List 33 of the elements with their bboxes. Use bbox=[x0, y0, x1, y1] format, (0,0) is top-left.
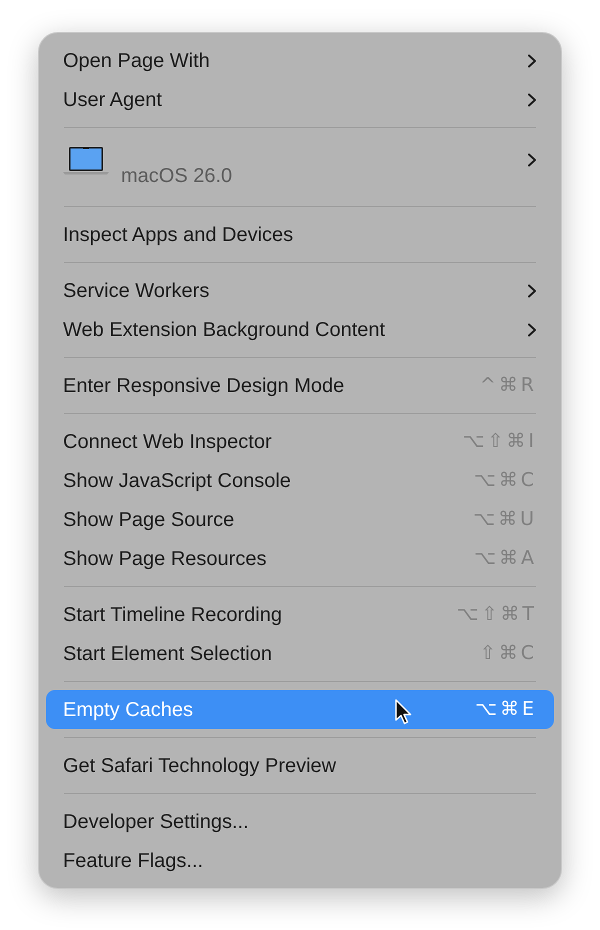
menu-item-label: Web Extension Background Content bbox=[63, 318, 386, 342]
menu-item[interactable]: Open Page With bbox=[46, 41, 554, 80]
menu-item-label: Start Element Selection bbox=[63, 642, 272, 666]
menu-item-label: User Agent bbox=[63, 88, 162, 112]
menu-item-label: Open Page With bbox=[63, 48, 210, 74]
menu-item-label: Show JavaScript Console bbox=[63, 468, 291, 494]
pointer-cursor-icon bbox=[394, 698, 414, 726]
chevron-icon bbox=[527, 153, 537, 167]
menu-item-label: Show Page Resources bbox=[63, 546, 266, 572]
menu-item-label: Show Page Source bbox=[63, 508, 234, 532]
chevron-icon bbox=[527, 322, 537, 336]
menu-item-label: Inspect Apps and Devices bbox=[63, 222, 294, 248]
menu-item[interactable]: Service Workers bbox=[46, 271, 554, 310]
menu-item-label: Connect Web Inspector bbox=[63, 430, 272, 454]
menu-item-label: Start Timeline Recording bbox=[63, 602, 282, 628]
menu-item-label: Service Workers bbox=[63, 278, 210, 304]
chevron-icon bbox=[527, 92, 537, 106]
menu-item-label: Enter Responsive Design Mode bbox=[63, 374, 344, 398]
laptop-icon bbox=[63, 146, 109, 176]
menu-item[interactable]: Web Extension Background Content bbox=[46, 310, 554, 349]
menu-item-label: Empty Caches bbox=[63, 698, 194, 722]
menu-item[interactable]: Inspect Apps and Devices bbox=[46, 215, 554, 254]
menu-item[interactable]: Get Safari Technology Preview bbox=[46, 746, 554, 785]
menu-item-label: Get Safari Technology Preview bbox=[63, 754, 336, 778]
device-label: macOS 26.0 bbox=[121, 164, 232, 189]
menu-item-label: Feature Flags... bbox=[63, 848, 204, 874]
menu-item[interactable]: Developer Settings... bbox=[46, 802, 554, 841]
menu-item[interactable]: User Agent bbox=[46, 80, 554, 119]
menu-item[interactable]: Feature Flags... bbox=[46, 841, 554, 880]
chevron-icon bbox=[527, 54, 537, 68]
chevron-icon bbox=[527, 284, 537, 298]
menu-item-label: Developer Settings... bbox=[63, 810, 249, 834]
keyboard-shortcut: ⌥⌘E bbox=[475, 697, 537, 722]
